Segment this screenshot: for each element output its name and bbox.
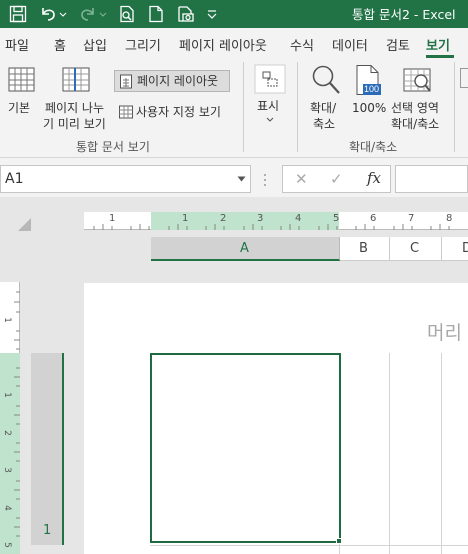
custom-views-button[interactable]: 사용자 지정 보기 <box>116 102 232 124</box>
show-dropdown-icon <box>266 117 274 122</box>
save-icon[interactable] <box>8 4 28 24</box>
formula-buttons: ✕ ✓ fx <box>282 165 391 193</box>
tab-data[interactable]: 데이터 <box>332 35 368 54</box>
page-layout-page: 머리 <box>84 283 468 554</box>
tab-formulas[interactable]: 수식 <box>290 35 314 54</box>
gridline <box>389 353 390 554</box>
ruler-label: 1 <box>1 392 12 398</box>
zoom-label-1: 확대/ <box>310 101 337 115</box>
fill-handle[interactable] <box>336 538 342 544</box>
selected-cell-a1[interactable] <box>150 353 342 544</box>
ruler-label: 7 <box>408 213 415 224</box>
page-layout-icon <box>120 74 132 89</box>
ribbon-separator <box>297 62 298 152</box>
group-label-zoom: 확대/축소 <box>349 140 398 154</box>
ribbon-separator <box>243 62 244 152</box>
zoom-100-label: 100% <box>352 101 387 115</box>
show-icon <box>254 64 286 94</box>
row-header-1[interactable]: 1 <box>31 353 64 545</box>
left-ruler: 1 1 2 3 4 5 <box>0 282 20 554</box>
ruler-label: 5 <box>333 213 340 224</box>
ribbon-separator <box>454 62 455 152</box>
normal-view-button[interactable]: 기본 <box>4 60 38 120</box>
tab-review[interactable]: 검토 <box>386 35 410 54</box>
zoom-selection-label-2: 확대/축소 <box>391 117 440 131</box>
ruler-label: 2 <box>1 430 12 436</box>
show-label: 표시 <box>257 99 280 113</box>
select-all-icon[interactable] <box>18 218 32 232</box>
gridline <box>150 545 468 546</box>
new-file-icon[interactable] <box>146 4 166 24</box>
ruler-label: 8 <box>446 213 453 224</box>
customize-qat-icon[interactable] <box>205 4 219 24</box>
ruler-label: 3 <box>1 467 12 473</box>
normal-view-label: 기본 <box>8 101 31 115</box>
zoom-to-selection-button[interactable]: 선택 영역 확대/축소 <box>388 60 446 136</box>
undo-dropdown-icon[interactable] <box>58 4 68 24</box>
column-header-D[interactable]: D <box>442 237 468 261</box>
worksheet-area: 1 1 2 3 4 5 6 7 8 A B C D 1 1 2 3 4 5 1 … <box>0 197 468 554</box>
redo-icon[interactable] <box>78 4 98 24</box>
column-header-B[interactable]: B <box>340 237 390 261</box>
title-bar: 통합 문서2 - Excel <box>0 0 468 28</box>
zoom-to-selection-icon <box>403 68 431 92</box>
normal-view-icon <box>8 67 35 92</box>
name-box-value: A1 <box>5 171 24 187</box>
cancel-icon[interactable]: ✕ <box>295 170 308 188</box>
column-header-A[interactable]: A <box>151 237 340 261</box>
tab-insert[interactable]: 삽입 <box>83 35 107 54</box>
custom-views-label: 사용자 지정 보기 <box>136 105 221 119</box>
ruler-label: 1 <box>109 213 116 224</box>
undo-icon[interactable] <box>38 4 58 24</box>
zoom-button[interactable]: 확대/ 축소 <box>306 60 346 136</box>
page-break-preview-icon <box>62 67 90 92</box>
column-header-C[interactable]: C <box>390 237 442 261</box>
ruler-label: 1 <box>1 317 12 323</box>
enter-icon[interactable]: ✓ <box>330 170 343 188</box>
ribbon-tabs: 파일 홈 삽입 그리기 페이지 레이아웃 수식 데이터 검토 보기 <box>0 28 468 58</box>
print-preview-icon[interactable] <box>117 4 137 24</box>
insert-function-icon[interactable]: fx <box>367 169 381 187</box>
ruler-label: 3 <box>257 213 264 224</box>
zoom-label-2: 축소 <box>313 117 336 131</box>
name-box[interactable]: A1 <box>0 165 251 193</box>
formula-bar-grip-icon[interactable] <box>262 173 268 187</box>
name-box-dropdown-icon[interactable] <box>237 176 246 182</box>
tab-home[interactable]: 홈 <box>54 35 66 54</box>
camera-icon[interactable] <box>175 4 195 24</box>
ruler-label: 2 <box>220 213 227 224</box>
ruler-label: 4 <box>295 213 302 224</box>
ruler-label: 6 <box>370 213 377 224</box>
zoom-100-icon-text: 100 <box>364 84 380 94</box>
formula-bar: A1 ✕ ✓ fx <box>0 163 468 197</box>
ribbon-view: 기본 페이지 나누 기 미리 보기 페이지 레이아웃 사용자 지정 보기 통합 … <box>0 58 468 158</box>
gridline <box>441 353 442 554</box>
ruler-label: 1 <box>182 213 189 224</box>
page-break-label-2: 기 미리 보기 <box>43 117 106 131</box>
tab-draw[interactable]: 그리기 <box>125 35 161 54</box>
page-layout-label: 페이지 레이아웃 <box>137 74 219 88</box>
column-headers: A B C D <box>151 237 468 261</box>
redo-dropdown-icon[interactable] <box>98 4 108 24</box>
tab-file[interactable]: 파일 <box>5 35 29 54</box>
tab-view[interactable]: 보기 <box>426 35 450 54</box>
ruler-label: 4 <box>1 505 12 511</box>
ruler-label: 5 <box>1 542 12 548</box>
formula-input[interactable] <box>395 165 468 193</box>
magnifier-icon <box>312 65 340 94</box>
zoom-100-button[interactable]: 100 100% <box>350 60 386 122</box>
header-placeholder[interactable]: 머리 <box>427 318 462 345</box>
window-title: 통합 문서2 - Excel <box>352 7 456 22</box>
page-layout-view-button[interactable]: 페이지 레이아웃 <box>114 70 230 92</box>
show-button[interactable]: 표시 <box>250 60 288 130</box>
tab-page-layout[interactable]: 페이지 레이아웃 <box>179 35 267 54</box>
page-break-label-1: 페이지 나누 <box>45 101 105 115</box>
zoom-selection-label-1: 선택 영역 <box>391 101 439 115</box>
group-label-workbook-views: 통합 문서 보기 <box>76 140 150 154</box>
page-break-preview-button[interactable]: 페이지 나누 기 미리 보기 <box>40 60 114 136</box>
top-ruler: 1 1 2 3 4 5 6 7 8 <box>84 212 468 230</box>
window-group-edge <box>460 68 468 88</box>
custom-views-icon <box>119 105 133 119</box>
